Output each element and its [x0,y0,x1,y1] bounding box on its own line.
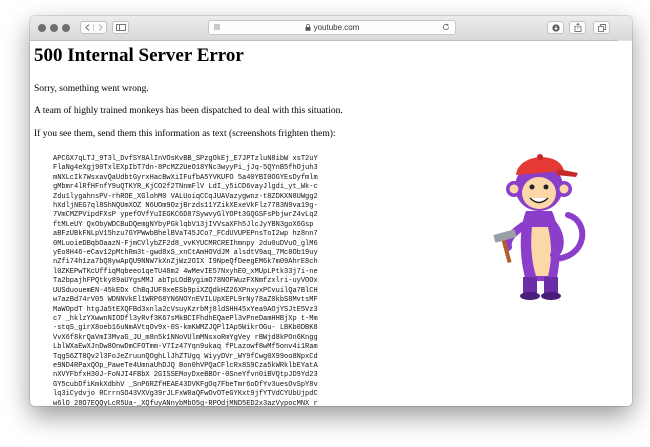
tabs-overview-button[interactable] [593,21,610,34]
minimize-window-button[interactable] [50,24,58,32]
url-text: youtube.com [313,23,360,32]
back-button[interactable] [81,24,94,31]
close-window-button[interactable] [38,24,46,32]
downloads-button[interactable] [547,21,564,34]
page-title: 500 Internal Server Error [34,45,244,66]
forward-button[interactable] [94,24,106,31]
sidebar-icon [115,24,126,31]
page-content: 500 Internal Server Error Sorry, somethi… [30,41,632,406]
share-button[interactable] [569,21,586,34]
reload-icon[interactable] [442,23,450,31]
address-bar[interactable]: youtube.com [208,20,456,35]
monkeys-message: A team of highly trained monkeys has bee… [34,106,343,116]
error-message: Sorry, something went wrong. [34,84,149,94]
zoom-window-button[interactable] [62,24,70,32]
browser-window: youtube.com + 500 Internal Server Error … [30,16,632,406]
chevron-left-icon [84,24,89,31]
tabs-overview-icon [597,23,606,32]
debug-info-text: APCGX7qLTJ_9T3l_DvfSY8AlInVOsKvBB_SPzgOk… [53,155,318,406]
share-icon [574,23,581,32]
chevron-right-icon [98,24,103,31]
instruction-message: If you see them, send them this informat… [34,129,336,139]
sidebar-button[interactable] [112,21,129,34]
back-forward-group [80,21,107,34]
browser-toolbar: youtube.com [30,16,632,41]
download-icon [551,23,560,32]
monkey-illustration [493,154,586,300]
address-center: youtube.com [209,21,455,34]
lock-icon [305,24,311,31]
